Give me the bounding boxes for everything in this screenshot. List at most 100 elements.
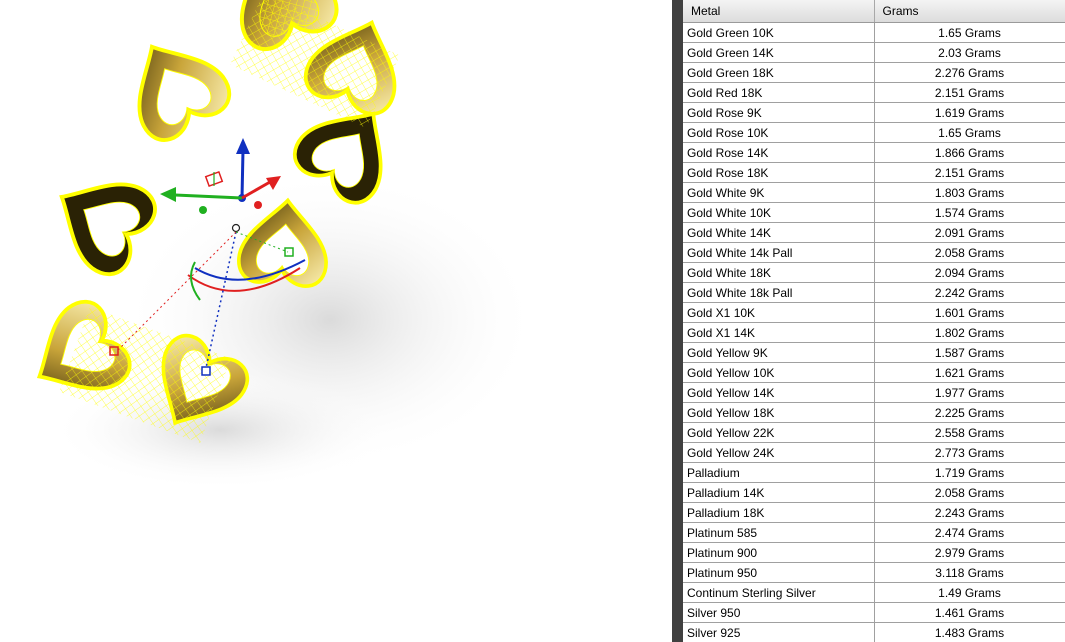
grams-value-cell: 1.461 Grams (874, 602, 1065, 623)
table-row[interactable]: Gold Green 14K 2.03 Grams (683, 42, 1065, 63)
table-row[interactable]: Gold Green 18K 2.276 Grams (683, 62, 1065, 83)
table-row[interactable]: Gold Yellow 10K 1.621 Grams (683, 362, 1065, 383)
table-row[interactable]: Gold Rose 18K 2.151 Grams (683, 162, 1065, 183)
table-row[interactable]: Palladium 18K 2.243 Grams (683, 502, 1065, 523)
table-row[interactable]: Gold Yellow 22K 2.558 Grams (683, 422, 1065, 443)
grams-value-cell: 2.979 Grams (874, 542, 1065, 563)
table-row[interactable]: Gold White 14k Pall 2.058 Grams (683, 242, 1065, 263)
table-row[interactable]: Gold Green 10K 1.65 Grams (683, 22, 1065, 43)
grams-value-cell: 1.977 Grams (874, 382, 1065, 403)
metal-name-cell: Platinum 900 (683, 542, 875, 563)
grams-value-cell: 2.151 Grams (874, 162, 1065, 183)
grams-value-cell: 2.474 Grams (874, 522, 1065, 543)
metal-name-cell: Platinum 950 (683, 562, 875, 583)
table-row[interactable]: Silver 950 1.461 Grams (683, 602, 1065, 623)
grams-value-cell: 2.242 Grams (874, 282, 1065, 303)
table-row[interactable]: Continum Sterling Silver 1.49 Grams (683, 582, 1065, 603)
table-row[interactable]: Gold Yellow 18K 2.225 Grams (683, 402, 1065, 423)
table-row[interactable]: Platinum 900 2.979 Grams (683, 542, 1065, 563)
table-row[interactable]: Palladium 14K 2.058 Grams (683, 482, 1065, 503)
grams-value-cell: 1.866 Grams (874, 142, 1065, 163)
3d-viewport[interactable] (0, 0, 672, 642)
grams-value-cell: 2.058 Grams (874, 242, 1065, 263)
table-row[interactable]: Platinum 585 2.474 Grams (683, 522, 1065, 543)
grams-value-cell: 2.276 Grams (874, 62, 1065, 83)
table-row[interactable]: Gold White 9K 1.803 Grams (683, 182, 1065, 203)
grams-value-cell: 1.49 Grams (874, 582, 1065, 603)
grams-value-cell: 1.574 Grams (874, 202, 1065, 223)
column-header-grams[interactable]: Grams (874, 0, 1065, 23)
table-row[interactable]: Gold Yellow 14K 1.977 Grams (683, 382, 1065, 403)
table-header-row: Metal Grams (683, 0, 1065, 23)
table-row[interactable]: Gold Yellow 9K 1.587 Grams (683, 342, 1065, 363)
metal-name-cell: Gold White 9K (683, 182, 875, 203)
metal-name-cell: Gold Rose 14K (683, 142, 875, 163)
grams-value-cell: 1.483 Grams (874, 622, 1065, 642)
metal-name-cell: Gold Green 10K (683, 22, 875, 43)
grams-value-cell: 1.65 Grams (874, 122, 1065, 143)
metal-name-cell: Gold White 10K (683, 202, 875, 223)
grams-value-cell: 1.803 Grams (874, 182, 1065, 203)
grams-value-cell: 1.802 Grams (874, 322, 1065, 343)
metal-name-cell: Gold Rose 9K (683, 102, 875, 123)
grams-value-cell: 1.601 Grams (874, 302, 1065, 323)
metal-name-cell: Gold Rose 10K (683, 122, 875, 143)
grams-value-cell: 2.243 Grams (874, 502, 1065, 523)
grams-value-cell: 2.225 Grams (874, 402, 1065, 423)
metal-name-cell: Gold White 14k Pall (683, 242, 875, 263)
metal-name-cell: Gold Yellow 14K (683, 382, 875, 403)
table-row[interactable]: Silver 925 1.483 Grams (683, 622, 1065, 642)
table-row[interactable]: Platinum 950 3.118 Grams (683, 562, 1065, 583)
grams-value-cell: 2.091 Grams (874, 222, 1065, 243)
grams-value-cell: 1.619 Grams (874, 102, 1065, 123)
metal-name-cell: Gold White 18K (683, 262, 875, 283)
table-row[interactable]: Gold Yellow 24K 2.773 Grams (683, 442, 1065, 463)
column-header-metal[interactable]: Metal (683, 0, 875, 23)
panel-divider[interactable] (672, 0, 683, 642)
metal-name-cell: Silver 950 (683, 602, 875, 623)
ring-render (14, 0, 540, 490)
grams-value-cell: 3.118 Grams (874, 562, 1065, 583)
metal-name-cell: Gold White 14K (683, 222, 875, 243)
grams-value-cell: 2.094 Grams (874, 262, 1065, 283)
table-row[interactable]: Gold Rose 14K 1.866 Grams (683, 142, 1065, 163)
table-row[interactable]: Palladium 1.719 Grams (683, 462, 1065, 483)
table-row[interactable]: Gold Rose 9K 1.619 Grams (683, 102, 1065, 123)
table-row[interactable]: Gold X1 10K 1.601 Grams (683, 302, 1065, 323)
grams-value-cell: 2.151 Grams (874, 82, 1065, 103)
metal-name-cell: Gold Green 18K (683, 62, 875, 83)
metal-name-cell: Gold Green 14K (683, 42, 875, 63)
grams-value-cell: 2.558 Grams (874, 422, 1065, 443)
grams-value-cell: 1.719 Grams (874, 462, 1065, 483)
metal-name-cell: Gold X1 14K (683, 322, 875, 343)
grams-value-cell: 1.587 Grams (874, 342, 1065, 363)
grams-value-cell: 2.058 Grams (874, 482, 1065, 503)
metal-name-cell: Gold Yellow 10K (683, 362, 875, 383)
grams-value-cell: 2.03 Grams (874, 42, 1065, 63)
metal-weight-table-panel: Metal Grams Gold Green 10K 1.65 Grams Gold… (683, 0, 1065, 642)
metal-name-cell: Palladium (683, 462, 875, 483)
table-row[interactable]: Gold Red 18K 2.151 Grams (683, 82, 1065, 103)
table-row[interactable]: Gold White 14K 2.091 Grams (683, 222, 1065, 243)
table-row[interactable]: Gold X1 14K 1.802 Grams (683, 322, 1065, 343)
table-row[interactable]: Gold White 18K 2.094 Grams (683, 262, 1065, 283)
metal-name-cell: Continum Sterling Silver (683, 582, 875, 603)
table-row[interactable]: Gold White 10K 1.574 Grams (683, 202, 1065, 223)
metal-name-cell: Palladium 18K (683, 502, 875, 523)
metal-name-cell: Palladium 14K (683, 482, 875, 503)
metal-name-cell: Silver 925 (683, 622, 875, 642)
metal-name-cell: Gold X1 10K (683, 302, 875, 323)
metal-name-cell: Gold Rose 18K (683, 162, 875, 183)
metal-name-cell: Gold Yellow 22K (683, 422, 875, 443)
metal-name-cell: Gold Yellow 24K (683, 442, 875, 463)
metal-name-cell: Platinum 585 (683, 522, 875, 543)
metal-weight-table: Metal Grams Gold Green 10K 1.65 Grams Gold… (683, 0, 1065, 642)
metal-name-cell: Gold Red 18K (683, 82, 875, 103)
metal-name-cell: Gold Yellow 18K (683, 402, 875, 423)
metal-name-cell: Gold Yellow 9K (683, 342, 875, 363)
metal-name-cell: Gold White 18k Pall (683, 282, 875, 303)
grams-value-cell: 1.621 Grams (874, 362, 1065, 383)
table-row[interactable]: Gold White 18k Pall 2.242 Grams (683, 282, 1065, 303)
table-row[interactable]: Gold Rose 10K 1.65 Grams (683, 122, 1065, 143)
grams-value-cell: 2.773 Grams (874, 442, 1065, 463)
